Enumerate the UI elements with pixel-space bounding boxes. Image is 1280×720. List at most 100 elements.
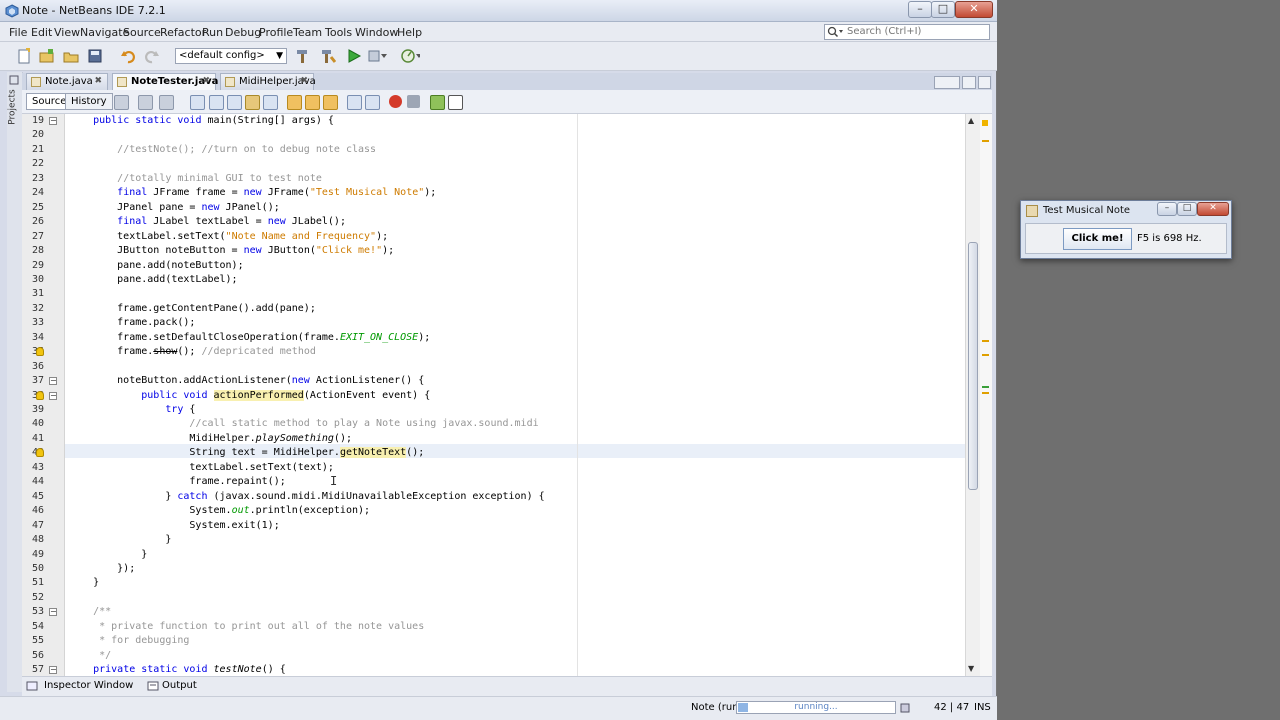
tab-scroll-arrows[interactable]: [934, 76, 960, 89]
start-macro-icon[interactable]: [389, 95, 402, 108]
warning-mark[interactable]: [982, 392, 989, 394]
debug-icon[interactable]: [367, 46, 387, 66]
find-icon[interactable]: [190, 95, 205, 110]
toggle-bookmark-icon[interactable]: [323, 95, 338, 110]
redo-icon[interactable]: [142, 46, 162, 66]
hint-bulb-icon[interactable]: [36, 448, 44, 458]
fold-toggle-icon[interactable]: −: [49, 666, 57, 675]
new-file-icon[interactable]: [14, 46, 34, 66]
maximize-button[interactable]: □: [931, 1, 955, 18]
dialog-maximize-button[interactable]: □: [1177, 202, 1197, 216]
fold-toggle-icon[interactable]: −: [49, 608, 57, 617]
comment-icon[interactable]: [430, 95, 445, 110]
code-line: }: [69, 548, 147, 562]
warning-mark[interactable]: [982, 140, 989, 142]
tab-note-java[interactable]: Note.java ✖: [26, 73, 108, 90]
menu-navigate[interactable]: Navigate: [80, 26, 129, 39]
maximize-editor-button[interactable]: [978, 76, 991, 89]
close-button[interactable]: ✕: [955, 1, 993, 18]
find-next-icon[interactable]: [227, 95, 242, 110]
scroll-down-icon[interactable]: ▼: [968, 664, 974, 673]
inspector-window-tab[interactable]: Inspector Window: [44, 680, 133, 691]
search-input[interactable]: Search (Ctrl+I): [824, 24, 990, 40]
find-previous-icon[interactable]: [209, 95, 224, 110]
fold-toggle-icon[interactable]: −: [49, 377, 57, 386]
undo-icon[interactable]: [118, 46, 138, 66]
back-icon[interactable]: [138, 95, 153, 110]
line-number: 49: [31, 548, 44, 560]
warning-mark[interactable]: [982, 354, 989, 356]
shift-right-icon[interactable]: [365, 95, 380, 110]
click-me-button[interactable]: Click me!: [1063, 228, 1132, 250]
toggle-highlight-icon[interactable]: [245, 95, 260, 110]
hint-bulb-icon[interactable]: [36, 390, 44, 400]
tab-midihelper-java[interactable]: MidiHelper.java ✖: [220, 73, 316, 90]
menu-source[interactable]: Source: [123, 26, 161, 39]
clean-build-icon[interactable]: [318, 46, 338, 66]
vertical-scrollbar[interactable]: ▲ ▼: [965, 114, 980, 676]
menu-file[interactable]: File: [9, 26, 27, 39]
code-line: //call static method to play a Note usin…: [69, 417, 539, 431]
profile-icon[interactable]: [400, 46, 420, 66]
change-mark[interactable]: [982, 386, 989, 388]
menu-help[interactable]: Help: [397, 26, 422, 39]
menu-refactor[interactable]: Refactor: [160, 26, 206, 39]
prev-bookmark-icon[interactable]: [287, 95, 302, 110]
code-token: frame.pack();: [69, 317, 196, 329]
line-number: 24: [31, 187, 44, 199]
code-token: testNote: [213, 664, 262, 676]
close-icon[interactable]: ✖: [300, 74, 308, 89]
menu-profile[interactable]: Profile: [259, 26, 293, 39]
cancel-task-icon[interactable]: [900, 703, 910, 713]
warning-mark[interactable]: [982, 340, 989, 342]
menu-window[interactable]: Window: [355, 26, 398, 39]
run-icon[interactable]: [344, 46, 364, 66]
scrollbar-thumb[interactable]: [968, 242, 978, 490]
window-restore-icon[interactable]: [8, 74, 20, 86]
menu-tools[interactable]: Tools: [325, 26, 352, 39]
editor-toolbar: Source History: [22, 90, 992, 114]
hint-bulb-icon[interactable]: [36, 347, 44, 357]
code-token: "Click me!": [315, 245, 383, 257]
new-project-icon[interactable]: [37, 46, 57, 66]
line-number: 37: [31, 375, 44, 387]
error-stripe[interactable]: [980, 114, 992, 676]
code-line: textLabel.setText("Note Name and Frequen…: [69, 230, 388, 244]
minimize-button[interactable]: –: [908, 1, 932, 18]
close-icon[interactable]: ✖: [202, 74, 210, 89]
code-token: );: [418, 331, 431, 343]
open-project-icon[interactable]: [61, 46, 81, 66]
shift-left-icon[interactable]: [347, 95, 362, 110]
menu-run[interactable]: Run: [202, 26, 223, 39]
output-tab[interactable]: Output: [162, 680, 197, 691]
menu-team[interactable]: Team: [293, 26, 322, 39]
history-view-button[interactable]: History: [65, 93, 113, 110]
menu-view[interactable]: View: [54, 26, 80, 39]
menu-edit[interactable]: Edit: [31, 26, 52, 39]
dialog-close-button[interactable]: ✕: [1197, 202, 1229, 216]
next-bookmark-icon[interactable]: [305, 95, 320, 110]
projects-tab[interactable]: Projects: [8, 89, 18, 124]
code-token: //call static method to play a Note usin…: [189, 418, 539, 430]
code-editor[interactable]: 19−202122232425262728293031323334353637−…: [22, 114, 992, 676]
close-icon[interactable]: ✖: [94, 74, 102, 89]
save-all-icon[interactable]: [85, 46, 105, 66]
forward-icon[interactable]: [159, 95, 174, 110]
tab-notetester-java[interactable]: NoteTester.java ✖: [112, 73, 218, 90]
code-token: new: [201, 201, 226, 213]
build-hammer-icon[interactable]: [293, 46, 313, 66]
menu-debug[interactable]: Debug: [225, 26, 261, 39]
dialog-minimize-button[interactable]: –: [1157, 202, 1177, 216]
code-token: //depricated method: [201, 346, 316, 358]
config-select[interactable]: <default config> ▼: [175, 48, 287, 64]
scroll-up-icon[interactable]: ▲: [968, 116, 974, 125]
fold-toggle-icon[interactable]: −: [49, 391, 57, 400]
rect-selection-icon[interactable]: [263, 95, 278, 110]
tab-list-dropdown[interactable]: [962, 76, 976, 89]
stop-macro-icon[interactable]: [407, 95, 420, 108]
code-token: {: [189, 404, 196, 415]
code-text[interactable]: public static void main(String[] args) {…: [65, 114, 965, 676]
fold-toggle-icon[interactable]: −: [49, 117, 57, 125]
last-edit-icon[interactable]: [114, 95, 129, 110]
uncomment-icon[interactable]: [448, 95, 463, 110]
